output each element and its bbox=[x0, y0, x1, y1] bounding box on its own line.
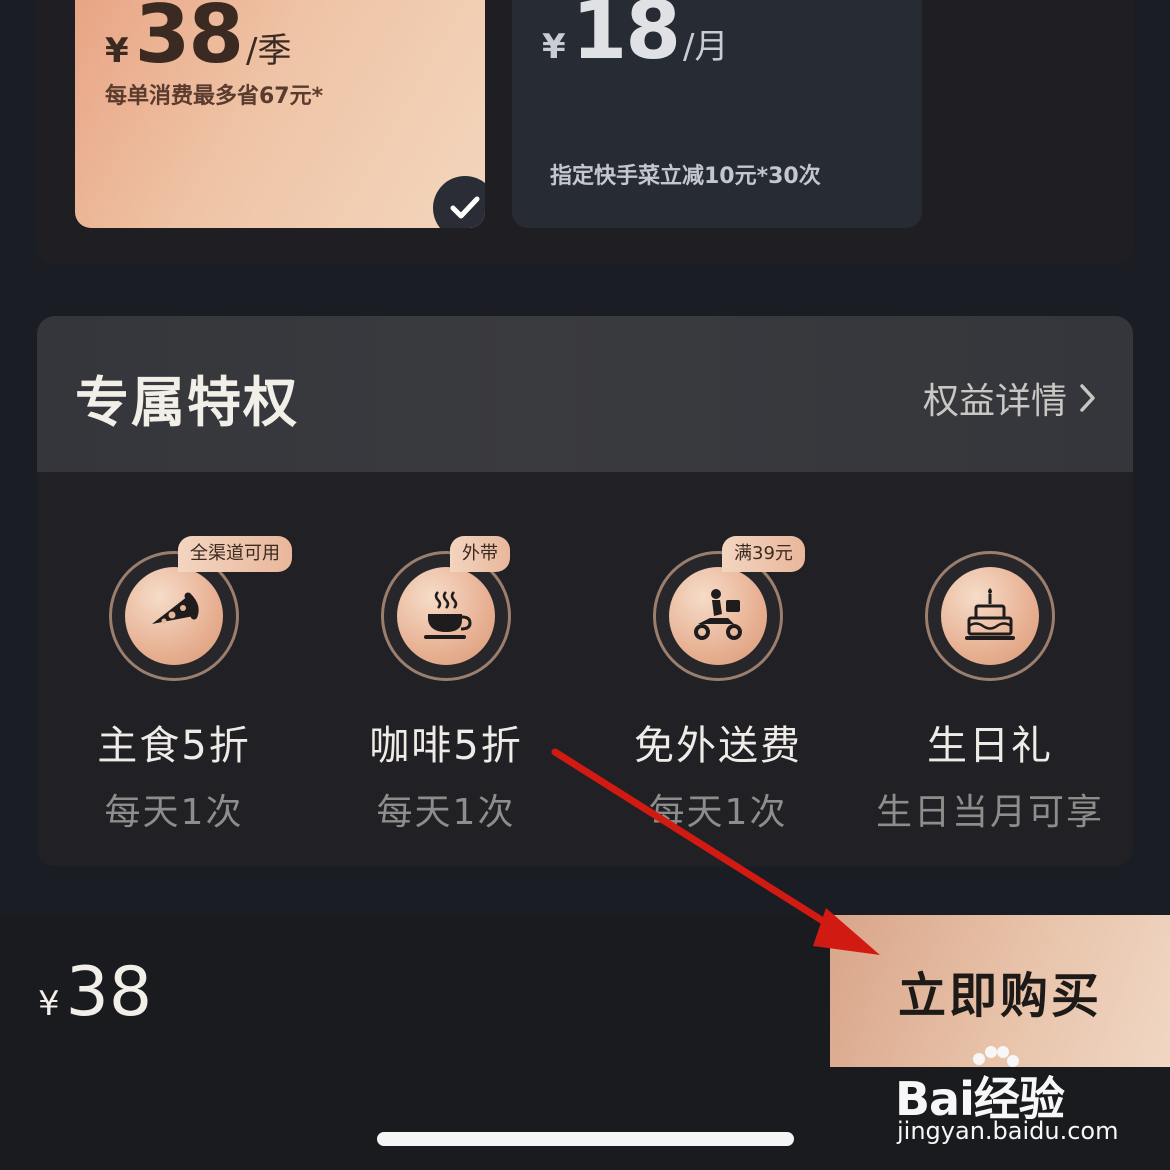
privilege-item-coffee-discount[interactable]: 外带 咖啡5折 每天1次 bbox=[310, 536, 582, 835]
privilege-name: 主食5折 bbox=[97, 723, 251, 769]
plan-price: ¥ 38 /季 bbox=[105, 0, 291, 80]
total-price: ¥ 38 bbox=[38, 953, 152, 1032]
privileges-title: 专属特权 bbox=[75, 371, 299, 434]
privilege-icon-ring: 全渠道可用 bbox=[109, 536, 292, 681]
watermark-url: jingyan.baidu.com bbox=[897, 1117, 1119, 1145]
privilege-item-birthday-gift[interactable]: 生日礼 生日当月可享 bbox=[854, 551, 1126, 835]
privilege-icon-ring: 外带 bbox=[381, 536, 511, 681]
currency-symbol: ¥ bbox=[542, 27, 566, 67]
plan-amount: 38 bbox=[134, 0, 244, 81]
privilege-limit: 每天1次 bbox=[648, 792, 788, 833]
privilege-limit: 每天1次 bbox=[104, 792, 244, 833]
selected-check-badge bbox=[433, 176, 485, 228]
privileges-header: 专属特权 权益详情 bbox=[37, 316, 1133, 472]
privilege-tag: 满39元 bbox=[722, 536, 805, 572]
privilege-icon-ring bbox=[925, 551, 1055, 681]
check-icon bbox=[450, 196, 480, 219]
baidu-watermark: Bai经验 jingyan.baidu.com bbox=[895, 1045, 1119, 1155]
plan-unit: /季 bbox=[246, 31, 292, 71]
birthday-cake-icon bbox=[965, 588, 1015, 640]
plan-note: 指定快手菜立减10元*30次 bbox=[550, 164, 821, 189]
plan-card-monthly[interactable]: ¥ 18 /月 指定快手菜立减10元*30次 bbox=[512, 0, 922, 228]
privilege-item-staple-discount[interactable]: 全渠道可用 主食5折 每天1次 bbox=[38, 536, 310, 835]
delivery-scooter-icon bbox=[694, 589, 742, 640]
privileges-panel: 专属特权 权益详情 全渠道可用 主食5折 每天1次 外带 咖啡5折 每天1次 满… bbox=[37, 316, 1133, 866]
privilege-limit: 每天1次 bbox=[376, 792, 516, 833]
privilege-name: 咖啡5折 bbox=[369, 723, 523, 769]
home-indicator[interactable] bbox=[377, 1132, 794, 1146]
privilege-tag: 全渠道可用 bbox=[178, 536, 292, 572]
plan-amount: 18 bbox=[571, 0, 681, 77]
plan-unit: /月 bbox=[683, 27, 729, 67]
plan-note: 每单消费最多省67元* bbox=[105, 84, 324, 109]
coffee-cup-icon bbox=[424, 591, 472, 639]
currency-symbol: ¥ bbox=[105, 31, 129, 71]
plan-price: ¥ 18 /月 bbox=[542, 0, 728, 76]
privilege-item-free-delivery[interactable]: 满39元 免外送费 每天1次 bbox=[582, 536, 854, 835]
privilege-name: 生日礼 bbox=[927, 723, 1053, 769]
privilege-tag: 外带 bbox=[450, 536, 510, 572]
pizza-icon bbox=[152, 592, 199, 624]
chevron-right-icon bbox=[1080, 384, 1095, 412]
currency-symbol: ¥ bbox=[38, 984, 60, 1024]
total-amount: 38 bbox=[65, 953, 153, 1032]
privilege-name: 免外送费 bbox=[634, 723, 802, 769]
privilege-icon-ring: 满39元 bbox=[653, 536, 805, 681]
privileges-details-label: 权益详情 bbox=[922, 381, 1067, 422]
privileges-details-link[interactable]: 权益详情 bbox=[923, 372, 1097, 424]
privilege-limit: 生日当月可享 bbox=[875, 792, 1104, 833]
plan-card-quarterly[interactable]: ¥ 38 /季 每单消费最多省67元* bbox=[75, 0, 485, 228]
